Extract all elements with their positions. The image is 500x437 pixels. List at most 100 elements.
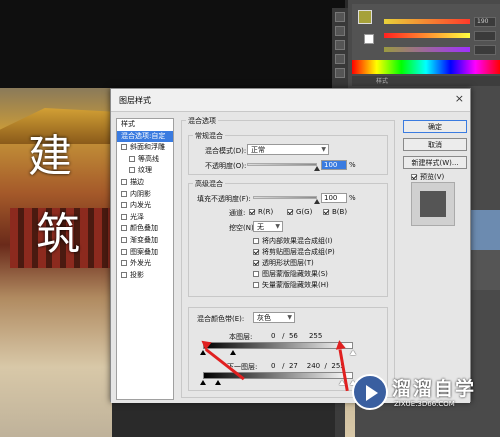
opacity-label: 不透明度(O): [205, 162, 247, 170]
tool-icon[interactable] [335, 26, 345, 36]
fill-opacity-label: 填充不透明度(F): [197, 195, 251, 203]
advanced-blending-title: 高级混合 [193, 179, 225, 189]
close-icon[interactable]: × [455, 92, 464, 105]
preview-swatch [420, 191, 446, 217]
styles-list-header[interactable]: 样式 [117, 119, 173, 131]
fill-opacity-slider-thumb[interactable] [314, 199, 320, 204]
blend-if-select[interactable]: 灰色 ▼ [253, 312, 295, 323]
tool-icon[interactable] [335, 40, 345, 50]
channel-b[interactable]: B(B) [323, 208, 347, 216]
channel-g[interactable]: G(G) [287, 208, 312, 216]
checkbox[interactable] [121, 202, 127, 209]
watermark-title: 溜溜自学 [392, 378, 477, 400]
checkbox[interactable] [121, 260, 127, 267]
style-preview [411, 182, 455, 226]
style-item-contour[interactable]: 等高线 [117, 154, 173, 166]
general-blending-title: 常规混合 [193, 131, 225, 141]
chevron-down-icon: ▼ [321, 146, 326, 153]
checkbox[interactable] [121, 178, 127, 185]
checkbox[interactable] [129, 167, 135, 174]
checkbox[interactable] [287, 209, 293, 215]
style-item-blend-options[interactable]: 混合选项:自定 [117, 130, 173, 143]
checkbox[interactable] [121, 236, 127, 243]
preview-toggle[interactable]: 预览(V) [411, 172, 444, 182]
checkbox[interactable] [121, 271, 127, 278]
opacity-input[interactable]: 100 [321, 160, 347, 170]
checkbox[interactable] [129, 155, 135, 162]
tool-icon[interactable] [335, 12, 345, 22]
checkbox[interactable] [121, 144, 127, 151]
style-item-outer-glow[interactable]: 外发光 [117, 258, 173, 270]
this-layer-white-handle[interactable] [350, 350, 356, 355]
style-item-stroke[interactable]: 描边 [117, 177, 173, 189]
checkbox[interactable] [249, 209, 255, 215]
style-item-inner-glow[interactable]: 内发光 [117, 200, 173, 212]
style-item-satin[interactable]: 光泽 [117, 212, 173, 224]
canvas-photo: 建 筑 [0, 88, 112, 437]
background-swatch[interactable] [364, 34, 374, 44]
layer-style-dialog: 图层样式 × 样式 混合选项:自定 斜面和浮雕 等高线 纹理 描边 内阴影 内发… [110, 88, 471, 403]
option-transparency-shapes[interactable]: 透明形状图层(T) [253, 258, 314, 268]
checkbox[interactable] [253, 260, 259, 266]
under-layer-black-handle[interactable] [200, 380, 206, 385]
checkbox[interactable] [121, 248, 127, 255]
checkbox[interactable] [253, 249, 259, 255]
under-layer-gradient [203, 372, 353, 379]
color-slider-g[interactable] [384, 33, 470, 38]
this-layer-black-handle-split[interactable] [230, 350, 236, 355]
tool-icon[interactable] [335, 54, 345, 64]
fill-opacity-input[interactable]: 100 [321, 193, 347, 203]
checkbox[interactable] [121, 225, 127, 232]
checkbox[interactable] [253, 271, 259, 277]
knockout-select[interactable]: 无 ▼ [253, 221, 283, 232]
cancel-button[interactable]: 取消 [403, 138, 467, 151]
styles-panel-tab[interactable]: 样式 [352, 76, 500, 86]
checkbox[interactable] [121, 190, 127, 197]
photo-char-1: 建 [28, 131, 72, 182]
channels-label: 通道: [229, 209, 246, 217]
option-vector-mask-hides[interactable]: 矢量蒙版隐藏效果(H) [253, 280, 329, 290]
color-spectrum[interactable] [352, 60, 500, 74]
option-blend-interior[interactable]: 将内部效果混合成组(I) [253, 236, 333, 246]
color-value-r[interactable]: 190 [474, 17, 496, 27]
color-value-g[interactable] [474, 31, 496, 41]
knockout-label: 挖空(N): [229, 224, 257, 232]
style-item-drop-shadow[interactable]: 投影 [117, 270, 173, 282]
this-layer-label: 本图层: [229, 333, 253, 341]
option-layer-mask-hides[interactable]: 图层蒙版隐藏效果(S) [253, 269, 328, 279]
panel-toolstrip [332, 8, 348, 88]
fill-opacity-slider[interactable] [253, 196, 317, 199]
canvas-dark-area [0, 0, 345, 88]
opacity-slider[interactable] [247, 163, 317, 166]
checkbox[interactable] [411, 174, 417, 180]
color-value-b[interactable] [474, 45, 496, 55]
watermark-subtitle: ZIXUE.3D66.COM [394, 400, 455, 408]
option-blend-clipped[interactable]: 将剪贴图层混合成组(P) [253, 247, 335, 257]
color-slider-b[interactable] [384, 47, 470, 52]
style-item-gradient-overlay[interactable]: 渐变叠加 [117, 235, 173, 247]
this-layer-gradient [203, 342, 353, 349]
layer-thumbnail[interactable] [468, 250, 500, 290]
tool-icon[interactable] [335, 68, 345, 78]
new-style-button[interactable]: 新建样式(W)... [403, 156, 467, 169]
opacity-slider-thumb[interactable] [314, 166, 320, 171]
checkbox[interactable] [253, 238, 259, 244]
style-item-color-overlay[interactable]: 颜色叠加 [117, 223, 173, 235]
layer-thumbnail[interactable] [468, 210, 500, 250]
ok-button[interactable]: 确定 [403, 120, 467, 133]
style-item-bevel[interactable]: 斜面和浮雕 [117, 142, 173, 154]
checkbox[interactable] [323, 209, 329, 215]
blend-if-label: 混合颜色带(E): [197, 315, 245, 323]
style-item-pattern-overlay[interactable]: 图案叠加 [117, 247, 173, 259]
chevron-down-icon: ▼ [275, 223, 280, 230]
channel-r[interactable]: R(R) [249, 208, 273, 216]
under-layer-black-handle-split[interactable] [215, 380, 221, 385]
checkbox[interactable] [253, 282, 259, 288]
style-item-texture[interactable]: 纹理 [117, 165, 173, 177]
style-item-inner-shadow[interactable]: 内阴影 [117, 189, 173, 201]
blend-mode-select[interactable]: 正常 ▼ [247, 144, 329, 155]
annotation-arrowhead-right [334, 339, 346, 350]
checkbox[interactable] [121, 213, 127, 220]
foreground-swatch[interactable] [358, 10, 372, 24]
color-slider-r[interactable] [384, 19, 470, 24]
